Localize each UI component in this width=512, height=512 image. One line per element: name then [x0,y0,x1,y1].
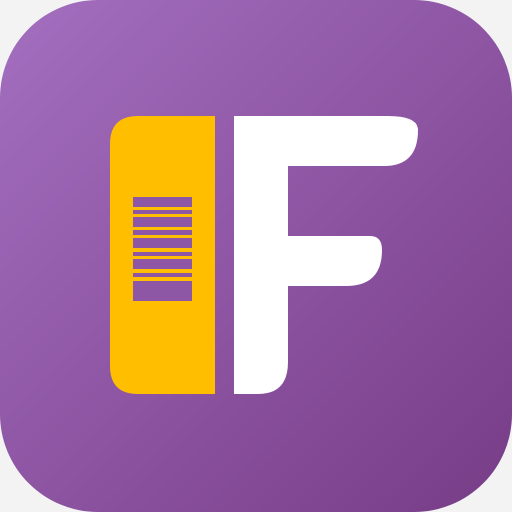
barcode-line [133,281,192,301]
barcode-line [133,230,192,235]
barcode-line [133,217,192,227]
barcode-line [133,252,192,256]
barcode-line [133,238,192,248]
barcode-line [133,210,192,214]
barcode-line [133,197,192,207]
barcode-line [133,259,192,269]
barcode-line [133,273,192,277]
app-icon [0,0,512,512]
app-icon-svg [0,0,512,512]
